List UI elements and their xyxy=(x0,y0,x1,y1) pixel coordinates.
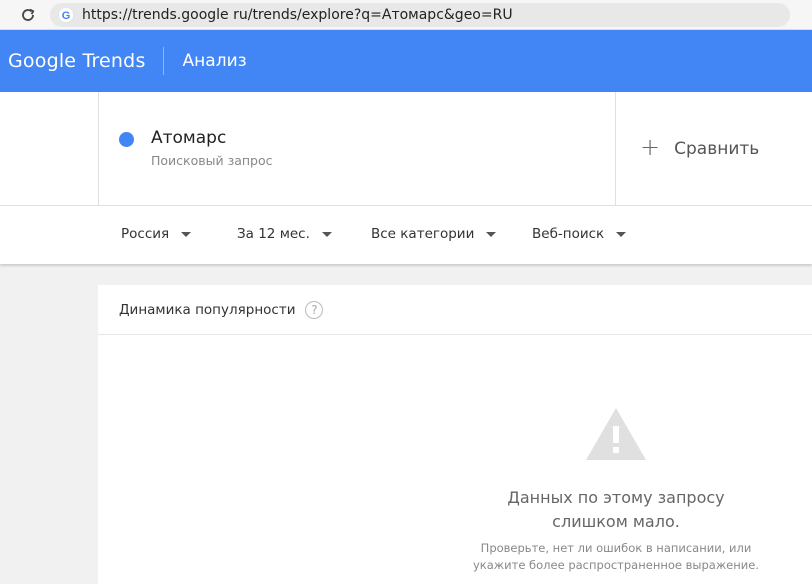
card-title: Динамика популярности xyxy=(119,301,296,318)
page-title: Анализ xyxy=(182,51,247,71)
no-data-hint: Проверьте, нет ли ошибок в написании, ил… xyxy=(448,540,784,574)
category-filter-dropdown[interactable]: Все категории xyxy=(371,226,497,242)
compare-label: Сравнить xyxy=(674,138,760,159)
google-trends-logo[interactable]: Google Trends xyxy=(8,50,146,72)
region-filter-label: Россия xyxy=(121,226,170,242)
region-filter-dropdown[interactable]: Россия xyxy=(121,226,192,242)
svg-text:G: G xyxy=(62,10,71,22)
no-data-hint-line2: укажите более распространенное выражение… xyxy=(472,558,759,572)
search-type-filter-label: Веб-поиск xyxy=(532,226,605,242)
search-type-filter-dropdown[interactable]: Веб-поиск xyxy=(532,226,627,242)
term-type-label: Поисковый запрос xyxy=(151,153,273,168)
warning-icon xyxy=(586,408,646,460)
term-name[interactable]: Атомарс xyxy=(151,128,226,148)
search-term-card[interactable]: Атомарс Поисковый запрос xyxy=(98,92,616,206)
compare-button[interactable]: + Сравнить xyxy=(640,133,760,161)
period-filter-dropdown[interactable]: За 12 мес. xyxy=(237,226,332,242)
plus-icon: + xyxy=(640,133,661,161)
search-terms-section: Атомарс Поисковый запрос + Сравнить xyxy=(0,92,812,206)
caret-down-icon xyxy=(321,231,332,237)
reload-button[interactable] xyxy=(14,3,42,27)
app-header: Google Trends Анализ xyxy=(0,30,812,92)
interest-over-time-card: Динамика популярности ? Данных по этому … xyxy=(98,285,812,584)
url-text: https://trends.google ru/trends/explore?… xyxy=(82,6,513,23)
caret-down-icon xyxy=(616,231,627,237)
no-data-hint-line1: Проверьте, нет ли ошибок в написании, ил… xyxy=(480,541,752,555)
filters-bar: Россия За 12 мес. Все категории Веб-поис… xyxy=(0,206,812,264)
card-header: Динамика популярности ? xyxy=(98,285,812,335)
caret-down-icon xyxy=(181,231,192,237)
google-favicon-icon: G xyxy=(58,6,74,23)
no-data-line2: слишком мало. xyxy=(552,512,680,531)
no-data-line1: Данных по этому запросу xyxy=(507,488,725,507)
no-data-message: Данных по этому запросу слишком мало. xyxy=(448,486,784,534)
address-bar[interactable]: G https://trends.google ru/trends/explor… xyxy=(50,2,790,27)
header-divider xyxy=(162,47,164,75)
category-filter-label: Все категории xyxy=(371,226,475,242)
browser-toolbar: G https://trends.google ru/trends/explor… xyxy=(0,0,812,30)
reload-icon xyxy=(22,8,35,21)
help-icon[interactable]: ? xyxy=(305,300,324,319)
caret-down-icon xyxy=(486,231,497,237)
term-color-dot xyxy=(119,132,134,147)
period-filter-label: За 12 мес. xyxy=(237,226,310,242)
